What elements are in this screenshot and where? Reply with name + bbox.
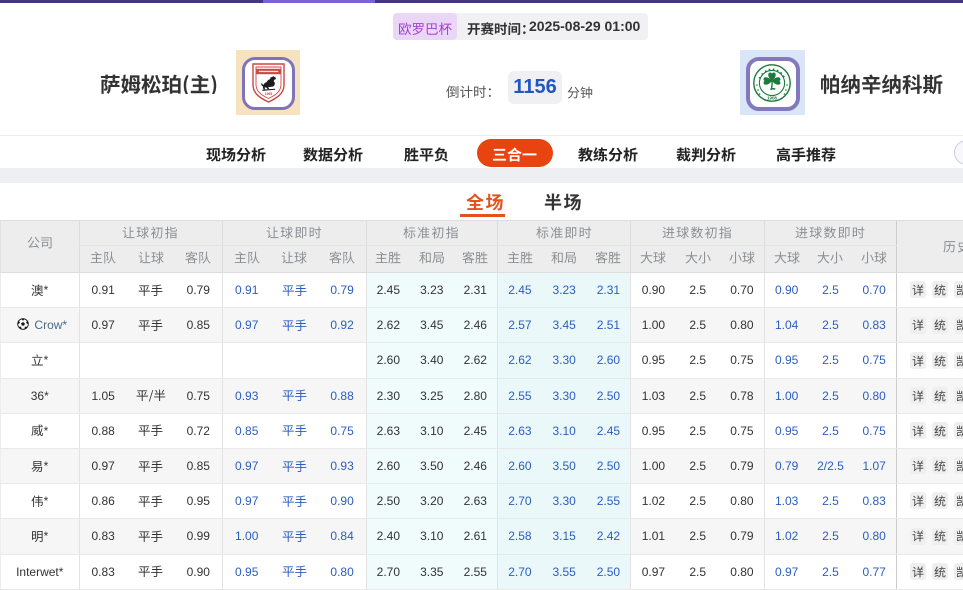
svg-text:1965: 1965 [264,92,272,96]
svg-text:1908: 1908 [767,95,777,100]
